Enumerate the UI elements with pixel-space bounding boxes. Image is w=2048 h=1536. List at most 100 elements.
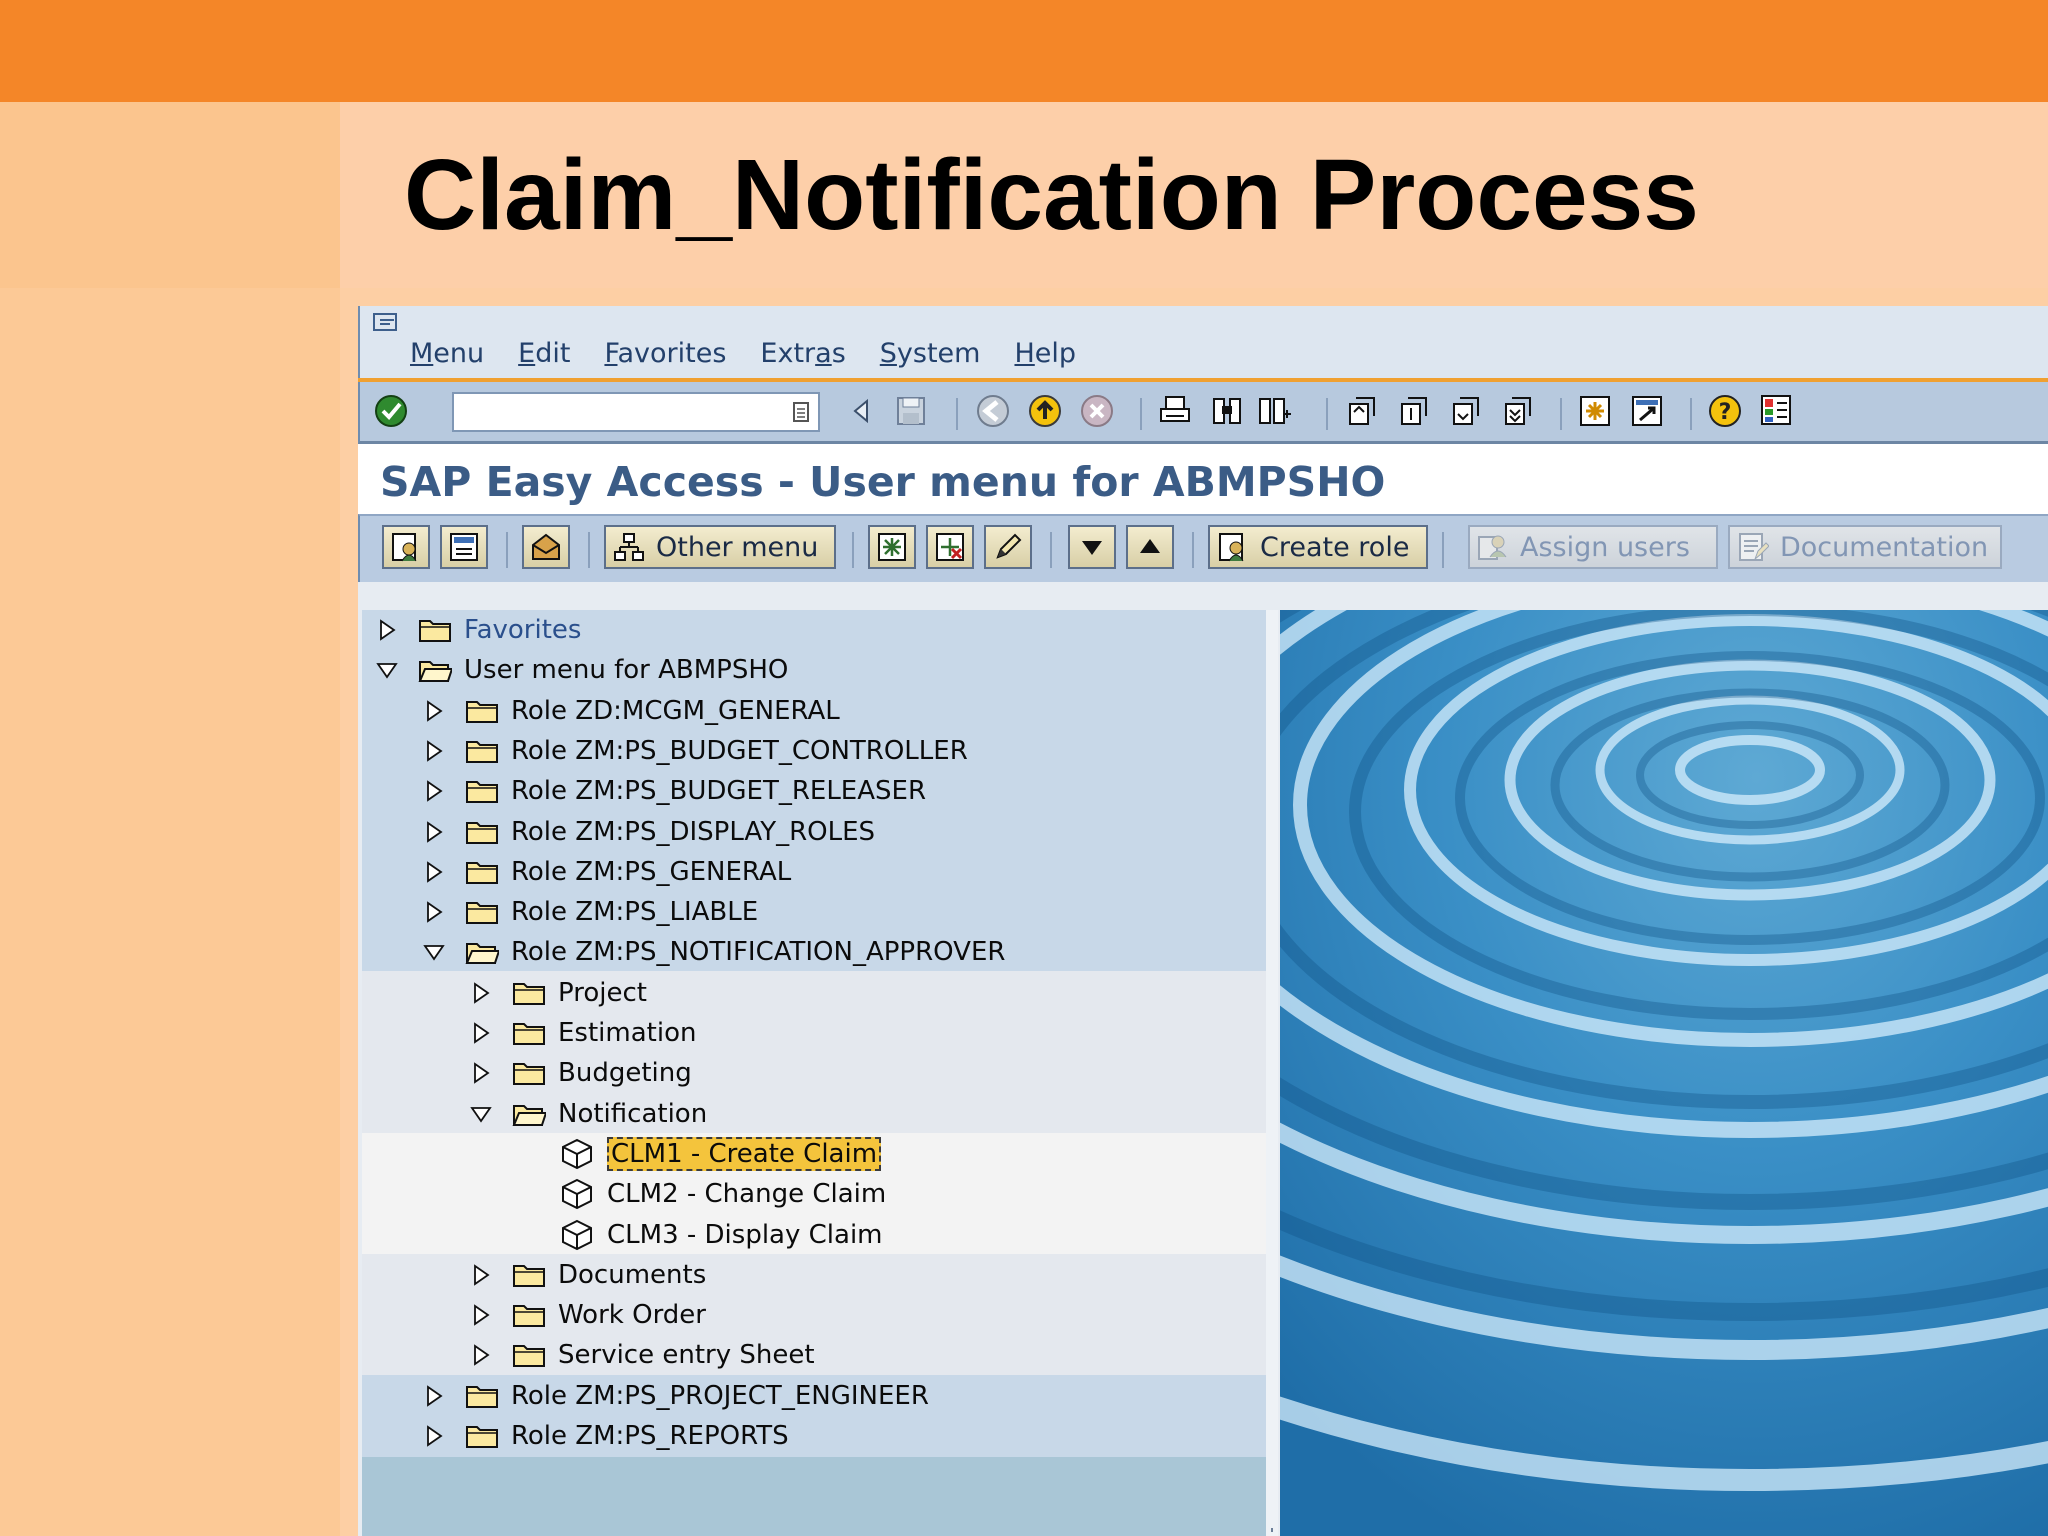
folder-icon	[465, 1422, 499, 1450]
print-icon[interactable]	[1156, 392, 1194, 430]
expand-triangle-icon[interactable]	[423, 780, 445, 802]
folder-icon	[512, 979, 546, 1007]
collapse-triangle-icon[interactable]	[423, 941, 445, 963]
system-menu-icon[interactable]	[372, 312, 400, 334]
shortcut-icon[interactable]	[1628, 392, 1666, 430]
move-up-button[interactable]	[1126, 525, 1174, 569]
menu-item-5[interactable]: Help	[1014, 338, 1076, 369]
assign-users-button[interactable]: Assign users	[1468, 525, 1718, 569]
create-role-button[interactable]: Create role	[1208, 525, 1428, 569]
tree-role[interactable]: Role ZM:PS_BUDGET_CONTROLLER	[362, 731, 1327, 771]
menu-item-4[interactable]: System	[880, 338, 981, 369]
previous-page-icon[interactable]	[1394, 392, 1432, 430]
folder-icon	[512, 1261, 546, 1289]
tree-folder[interactable]: Service entry Sheet	[362, 1335, 1374, 1375]
expand-triangle-icon[interactable]	[423, 740, 445, 762]
tree-role[interactable]: Role ZM:PS_DISPLAY_ROLES	[362, 812, 1327, 852]
tree-node-label: Role ZM:PS_REPORTS	[511, 1421, 789, 1451]
command-input[interactable]	[454, 394, 764, 430]
move-down-button[interactable]	[1068, 525, 1116, 569]
folder-icon	[512, 1019, 546, 1047]
transaction-cube-icon	[559, 1178, 595, 1210]
expand-triangle-icon[interactable]	[423, 1425, 445, 1447]
menu-item-2[interactable]: Favorites	[604, 338, 726, 369]
expand-triangle-icon[interactable]	[470, 1062, 492, 1085]
back-icon[interactable]	[974, 392, 1012, 430]
find-icon[interactable]	[1208, 392, 1246, 430]
assign-users-label: Assign users	[1520, 531, 1690, 563]
cancel-icon[interactable]	[1078, 392, 1116, 430]
add-to-favorites-button[interactable]	[868, 525, 916, 569]
first-page-icon[interactable]	[1342, 392, 1380, 430]
sap-menu-icon	[450, 533, 478, 561]
tree-role[interactable]: Role ZM:PS_PROJECT_ENGINEER	[362, 1376, 1327, 1416]
folder-icon	[512, 1301, 546, 1329]
expand-triangle-icon[interactable]	[423, 820, 445, 843]
toolbar-separator	[1140, 398, 1142, 430]
tree-folder[interactable]: Work Order	[362, 1295, 1374, 1335]
find-next-icon[interactable]	[1256, 392, 1294, 430]
triangle-left-icon[interactable]	[842, 392, 880, 430]
tree-role[interactable]: Role ZM:PS_LIABLE	[362, 892, 1327, 932]
open-folder-icon	[418, 656, 452, 684]
tree-role[interactable]: Role ZM:PS_GENERAL	[362, 852, 1327, 892]
expand-triangle-icon[interactable]	[470, 1344, 492, 1367]
tree-node-label: Budgeting	[558, 1058, 692, 1089]
folder-icon	[512, 1341, 546, 1369]
pane-splitter[interactable]	[1266, 610, 1278, 1536]
expand-triangle-icon[interactable]	[470, 1022, 492, 1044]
expand-triangle-icon[interactable]	[423, 1384, 445, 1407]
folder-icon	[512, 1059, 546, 1087]
folder-icon	[465, 818, 499, 846]
expand-triangle-icon[interactable]	[376, 619, 398, 641]
menu-item-0[interactable]: Menu	[410, 338, 484, 369]
business-workplace-button[interactable]	[522, 525, 570, 569]
other-menu-button[interactable]: Other menu	[604, 525, 836, 569]
menu-item-3[interactable]: Extras	[760, 338, 845, 369]
tree-node-label: Favorites	[464, 615, 582, 645]
tree-role[interactable]: Role ZD:MCGM_GENERAL	[362, 691, 1327, 731]
tree-node-label: Role ZM:PS_BUDGET_RELEASER	[511, 776, 927, 807]
save-icon[interactable]	[892, 392, 930, 430]
expand-triangle-icon[interactable]	[470, 1304, 492, 1326]
slide-top-band	[0, 0, 2048, 102]
exit-icon[interactable]	[1026, 392, 1064, 430]
command-history-icon[interactable]	[792, 400, 810, 424]
tree-folder[interactable]: Estimation	[362, 1013, 1374, 1053]
tree-folder-notification[interactable]: Notification	[362, 1094, 1374, 1134]
expand-triangle-icon[interactable]	[423, 901, 445, 923]
expand-triangle-icon[interactable]	[470, 981, 492, 1004]
expand-triangle-icon[interactable]	[423, 699, 445, 722]
tree-folder[interactable]: Budgeting	[362, 1053, 1374, 1093]
documentation-button[interactable]: Documentation	[1728, 525, 2002, 569]
tree-folder[interactable]: Documents	[362, 1255, 1374, 1295]
folder-icon	[465, 697, 499, 725]
tree-role-open[interactable]: Role ZM:PS_NOTIFICATION_APPROVER	[362, 932, 1327, 972]
delete-favorites-button[interactable]	[926, 525, 974, 569]
application-toolbar: Other menu Create role Assign users Docu…	[358, 514, 2048, 582]
create-session-icon[interactable]	[1576, 392, 1614, 430]
sap-window: Menu Edit Favorites Extras System Help ?	[358, 306, 2048, 1536]
collapse-triangle-icon[interactable]	[470, 1103, 492, 1125]
expand-triangle-icon[interactable]	[423, 861, 445, 883]
enter-check-icon[interactable]	[372, 392, 410, 430]
last-page-icon[interactable]	[1498, 392, 1536, 430]
layout-menu-icon[interactable]	[1758, 392, 1796, 430]
collapse-triangle-icon[interactable]	[376, 659, 398, 681]
change-favorites-button[interactable]	[984, 525, 1032, 569]
tree-node-label: Role ZM:PS_BUDGET_CONTROLLER	[511, 735, 968, 766]
sap-menu-button[interactable]	[440, 525, 488, 569]
tree-folder[interactable]: Project	[362, 973, 1374, 1013]
tree-user-menu[interactable]: User menu for ABMPSHO	[362, 650, 1280, 690]
tree-favorites[interactable]: Favorites	[362, 610, 1280, 650]
command-field[interactable]	[452, 392, 820, 432]
next-page-icon[interactable]	[1446, 392, 1484, 430]
tree-role[interactable]: Role ZM:PS_REPORTS	[362, 1416, 1327, 1456]
expand-triangle-icon[interactable]	[470, 1264, 492, 1286]
tree-role[interactable]: Role ZM:PS_BUDGET_RELEASER	[362, 771, 1327, 811]
menu-item-1[interactable]: Edit	[518, 338, 570, 369]
help-icon[interactable]: ?	[1706, 392, 1744, 430]
tree-node-label: Role ZM:PS_PROJECT_ENGINEER	[511, 1380, 929, 1411]
arrow-down-icon	[1082, 541, 1102, 555]
user-menu-button[interactable]	[382, 525, 430, 569]
